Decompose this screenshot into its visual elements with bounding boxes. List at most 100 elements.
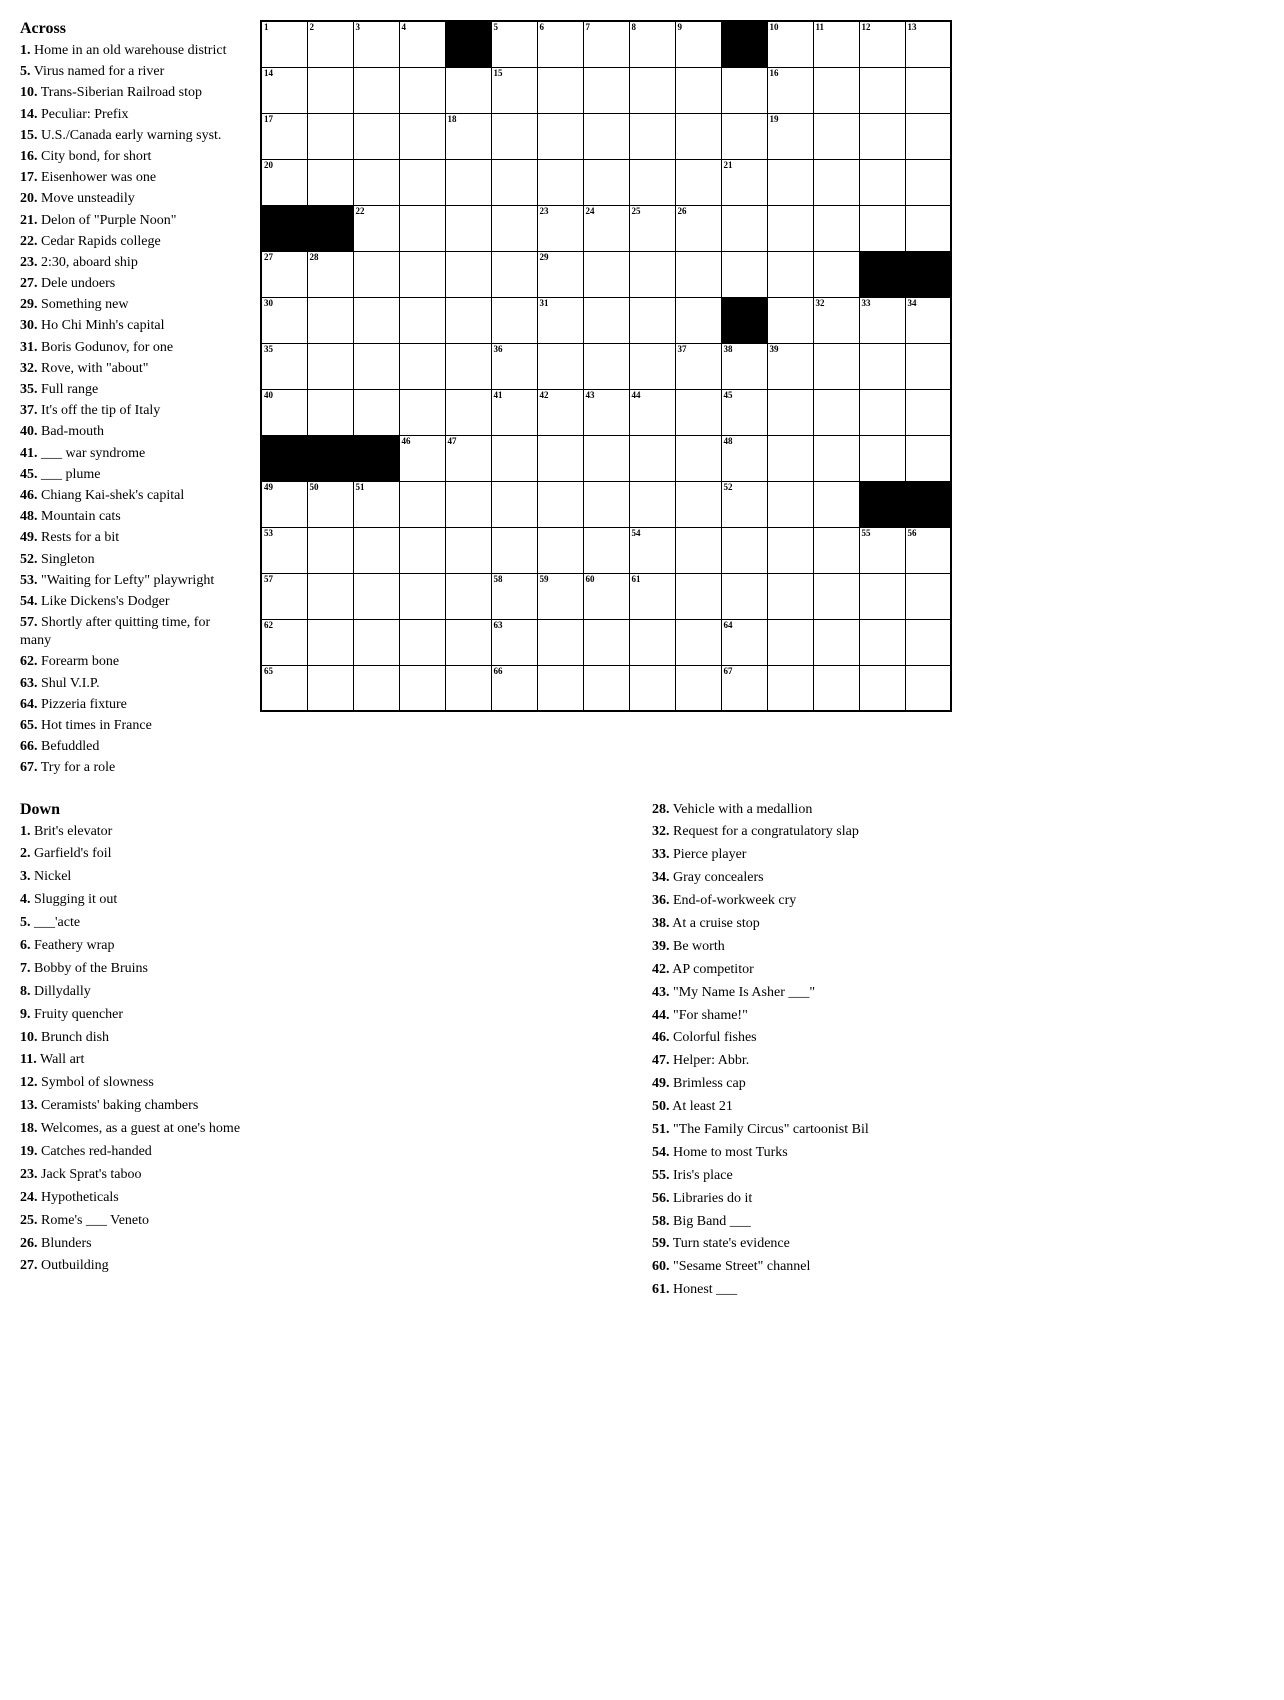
- cell-10-7[interactable]: [583, 481, 629, 527]
- cell-13-8[interactable]: [629, 619, 675, 665]
- cell-0-2[interactable]: 3: [353, 21, 399, 67]
- cell-13-5[interactable]: 63: [491, 619, 537, 665]
- cell-3-13[interactable]: [859, 159, 905, 205]
- cell-10-14[interactable]: [905, 481, 951, 527]
- cell-4-13[interactable]: [859, 205, 905, 251]
- cell-7-6[interactable]: [537, 343, 583, 389]
- cell-6-14[interactable]: 34: [905, 297, 951, 343]
- cell-1-12[interactable]: [813, 67, 859, 113]
- cell-13-10[interactable]: 64: [721, 619, 767, 665]
- cell-0-9[interactable]: 9: [675, 21, 721, 67]
- cell-0-1[interactable]: 2: [307, 21, 353, 67]
- cell-3-0[interactable]: 20: [261, 159, 307, 205]
- cell-7-10[interactable]: 38: [721, 343, 767, 389]
- cell-4-5[interactable]: [491, 205, 537, 251]
- cell-5-8[interactable]: [629, 251, 675, 297]
- cell-2-12[interactable]: [813, 113, 859, 159]
- cell-3-7[interactable]: [583, 159, 629, 205]
- cell-11-10[interactable]: [721, 527, 767, 573]
- cell-9-2[interactable]: [353, 435, 399, 481]
- cell-14-12[interactable]: [813, 665, 859, 711]
- cell-6-7[interactable]: [583, 297, 629, 343]
- cell-2-6[interactable]: [537, 113, 583, 159]
- cell-7-1[interactable]: [307, 343, 353, 389]
- cell-14-2[interactable]: [353, 665, 399, 711]
- cell-0-11[interactable]: 10: [767, 21, 813, 67]
- cell-13-7[interactable]: [583, 619, 629, 665]
- cell-6-5[interactable]: [491, 297, 537, 343]
- cell-14-3[interactable]: [399, 665, 445, 711]
- cell-1-8[interactable]: [629, 67, 675, 113]
- cell-3-10[interactable]: 21: [721, 159, 767, 205]
- cell-2-3[interactable]: [399, 113, 445, 159]
- cell-7-3[interactable]: [399, 343, 445, 389]
- cell-8-11[interactable]: [767, 389, 813, 435]
- cell-0-8[interactable]: 8: [629, 21, 675, 67]
- cell-5-6[interactable]: 29: [537, 251, 583, 297]
- cell-5-0[interactable]: 27: [261, 251, 307, 297]
- cell-6-9[interactable]: [675, 297, 721, 343]
- cell-12-11[interactable]: [767, 573, 813, 619]
- cell-11-0[interactable]: 53: [261, 527, 307, 573]
- cell-11-8[interactable]: 54: [629, 527, 675, 573]
- cell-1-0[interactable]: 14: [261, 67, 307, 113]
- cell-10-2[interactable]: 51: [353, 481, 399, 527]
- cell-4-0[interactable]: [261, 205, 307, 251]
- cell-0-5[interactable]: 5: [491, 21, 537, 67]
- cell-13-9[interactable]: [675, 619, 721, 665]
- cell-14-7[interactable]: [583, 665, 629, 711]
- cell-5-14[interactable]: [905, 251, 951, 297]
- cell-8-9[interactable]: [675, 389, 721, 435]
- cell-12-5[interactable]: 58: [491, 573, 537, 619]
- cell-9-13[interactable]: [859, 435, 905, 481]
- cell-13-14[interactable]: [905, 619, 951, 665]
- cell-12-7[interactable]: 60: [583, 573, 629, 619]
- cell-7-12[interactable]: [813, 343, 859, 389]
- cell-10-12[interactable]: [813, 481, 859, 527]
- cell-12-4[interactable]: [445, 573, 491, 619]
- cell-9-5[interactable]: [491, 435, 537, 481]
- cell-12-12[interactable]: [813, 573, 859, 619]
- cell-7-8[interactable]: [629, 343, 675, 389]
- cell-14-5[interactable]: 66: [491, 665, 537, 711]
- cell-9-12[interactable]: [813, 435, 859, 481]
- cell-12-2[interactable]: [353, 573, 399, 619]
- cell-5-5[interactable]: [491, 251, 537, 297]
- cell-5-4[interactable]: [445, 251, 491, 297]
- cell-1-6[interactable]: [537, 67, 583, 113]
- cell-4-1[interactable]: [307, 205, 353, 251]
- cell-12-9[interactable]: [675, 573, 721, 619]
- cell-10-8[interactable]: [629, 481, 675, 527]
- cell-11-13[interactable]: 55: [859, 527, 905, 573]
- cell-10-5[interactable]: [491, 481, 537, 527]
- cell-11-9[interactable]: [675, 527, 721, 573]
- cell-4-4[interactable]: [445, 205, 491, 251]
- cell-6-4[interactable]: [445, 297, 491, 343]
- cell-4-8[interactable]: 25: [629, 205, 675, 251]
- cell-11-11[interactable]: [767, 527, 813, 573]
- cell-2-13[interactable]: [859, 113, 905, 159]
- cell-2-11[interactable]: 19: [767, 113, 813, 159]
- cell-12-3[interactable]: [399, 573, 445, 619]
- cell-0-12[interactable]: 11: [813, 21, 859, 67]
- cell-3-8[interactable]: [629, 159, 675, 205]
- cell-8-3[interactable]: [399, 389, 445, 435]
- cell-14-4[interactable]: [445, 665, 491, 711]
- cell-12-14[interactable]: [905, 573, 951, 619]
- cell-4-14[interactable]: [905, 205, 951, 251]
- cell-9-9[interactable]: [675, 435, 721, 481]
- cell-13-12[interactable]: [813, 619, 859, 665]
- cell-7-5[interactable]: 36: [491, 343, 537, 389]
- cell-7-7[interactable]: [583, 343, 629, 389]
- cell-13-11[interactable]: [767, 619, 813, 665]
- cell-1-7[interactable]: [583, 67, 629, 113]
- cell-9-1[interactable]: [307, 435, 353, 481]
- cell-3-9[interactable]: [675, 159, 721, 205]
- cell-9-10[interactable]: 48: [721, 435, 767, 481]
- cell-10-1[interactable]: 50: [307, 481, 353, 527]
- cell-13-13[interactable]: [859, 619, 905, 665]
- cell-8-0[interactable]: 40: [261, 389, 307, 435]
- cell-2-0[interactable]: 17: [261, 113, 307, 159]
- cell-11-12[interactable]: [813, 527, 859, 573]
- cell-3-1[interactable]: [307, 159, 353, 205]
